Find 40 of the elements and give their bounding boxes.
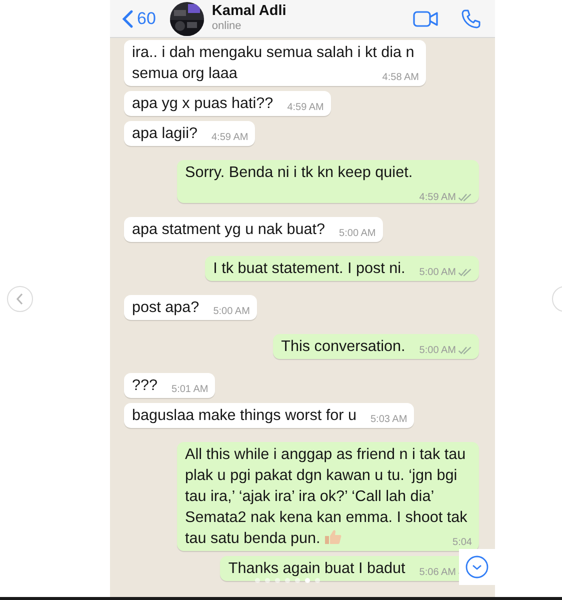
- message-time: 5:03 AM: [370, 412, 408, 426]
- received-message: post apa? 5:00 AM: [124, 295, 257, 320]
- message-time: 4:59 AM: [287, 100, 324, 114]
- received-message: apa yg x puas hati?? 4:59 AM: [124, 91, 331, 116]
- sent-message: This conversation. 5:00 AM: [273, 334, 479, 359]
- received-message: ira.. i dah mengaku semua salah i kt dia n semua org laaa 4:58 AM: [124, 40, 426, 86]
- message-time: 5:00 AM: [419, 344, 456, 358]
- contact-status: online: [212, 20, 242, 33]
- chevron-left-icon: [16, 293, 24, 305]
- carousel-dot[interactable]: [295, 578, 300, 583]
- message-time: 5:00 AM: [213, 304, 250, 318]
- carousel-dot[interactable]: [315, 578, 320, 583]
- carousel-dot[interactable]: [265, 578, 270, 583]
- chevron-down-icon: [465, 555, 489, 579]
- back-icon[interactable]: [122, 10, 133, 28]
- message-time: 5:00 AM: [339, 226, 376, 240]
- message-time: 4:59 AM: [212, 130, 248, 144]
- sent-message: Sorry. Benda ni i tk kn keep quiet. 4:59 AM: [177, 160, 479, 203]
- previous-button[interactable]: [7, 286, 33, 312]
- message-time: 5:00 AM: [419, 266, 456, 280]
- contact-name: Kamal Adli: [212, 4, 288, 20]
- message-time: 4:58 AM: [382, 70, 419, 84]
- sent-message: All this while i anggap as friend n i tak tau plak u pgi pakat dgn kawan u tu. ‘jgn bgi tau ira,’ ‘ajak ira’ ira ok?’ ‘Call lah dia’ Semata2 nak kena kan emma. I shoot tak tau satu benda pun. 5:04: [177, 442, 479, 551]
- sent-message: I tk buat statement. I post ni. 5:00 AM: [205, 256, 479, 281]
- received-message: baguslaa make things worst for u 5:03 AM: [124, 403, 414, 428]
- back-count[interactable]: 60: [137, 8, 156, 28]
- message-time: 4:59 AM: [419, 190, 456, 204]
- phone-icon[interactable]: [461, 8, 481, 28]
- message-time: 5:06 AM: [419, 566, 456, 580]
- carousel-dot[interactable]: [285, 578, 290, 583]
- message-time: 5:04: [452, 536, 472, 550]
- received-message: apa lagii? 4:59 AM: [124, 121, 256, 146]
- message-time: 5:01 AM: [172, 382, 208, 396]
- carousel-dot[interactable]: [305, 578, 310, 583]
- received-message: apa statment yg u nak buat? 5:00 AM: [124, 217, 383, 242]
- video-call-icon[interactable]: [413, 10, 439, 28]
- carousel-dot[interactable]: [275, 578, 280, 583]
- carousel-dot[interactable]: [255, 578, 260, 583]
- scroll-down-button[interactable]: [459, 549, 495, 585]
- received-message: ??? 5:01 AM: [124, 373, 216, 398]
